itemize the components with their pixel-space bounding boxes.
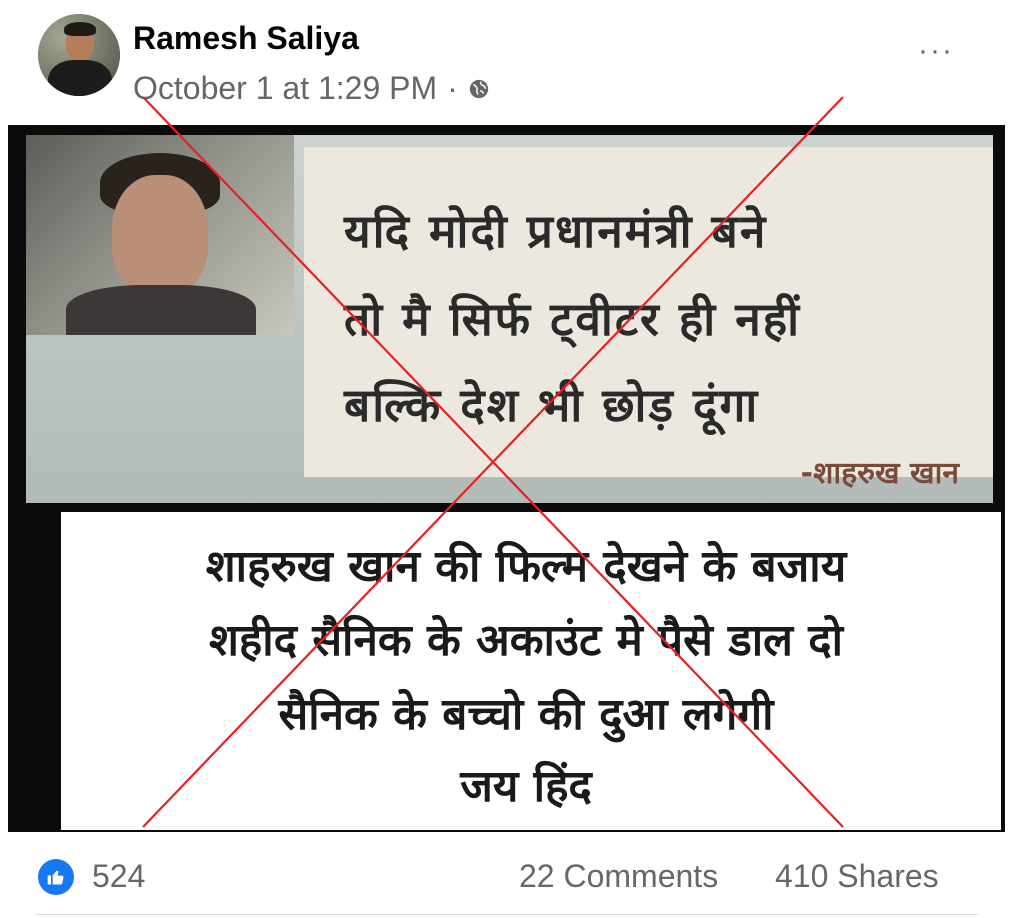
shares-count[interactable]: 410 Shares bbox=[775, 858, 939, 895]
author-name[interactable]: Ramesh Saliya bbox=[133, 20, 359, 57]
message-line-4: जय हिंद bbox=[460, 761, 592, 812]
globe-icon bbox=[469, 79, 488, 98]
comments-count[interactable]: 22 Comments bbox=[519, 858, 718, 895]
quote-panel: यदि मोदी प्रधानमंत्री बने तो मै सिर्फ ट्… bbox=[26, 135, 993, 503]
like-count[interactable]: 524 bbox=[92, 858, 145, 895]
person-photo bbox=[26, 135, 294, 335]
more-options-icon[interactable]: ··· bbox=[918, 34, 954, 68]
post-image[interactable]: यदि मोदी प्रधानमंत्री बने तो मै सिर्फ ट्… bbox=[8, 125, 1005, 832]
quote-attribution: -शाहरुख खान bbox=[800, 456, 959, 491]
thumbs-up-icon bbox=[47, 870, 64, 885]
message-line-2: शहीद सैनिक के अकाउंट मे पैसे डाल दो bbox=[208, 615, 844, 666]
message-panel: शाहरुख खान की फिल्म देखने के बजाय शहीद स… bbox=[61, 512, 1001, 830]
message-line-1: शाहरुख खान की फिल्म देखने के बजाय bbox=[205, 541, 847, 592]
avatar[interactable] bbox=[38, 14, 120, 96]
message-line-3: सैनिक के बच्चो की दुआ लगेगी bbox=[278, 689, 774, 740]
meta-separator: · bbox=[447, 70, 458, 106]
quote-line-3: बल्कि देश भी छोड़ दूंगा bbox=[344, 378, 760, 432]
quote-line-2: तो मै सिर्फ ट्वीटर ही नहीं bbox=[344, 292, 802, 346]
quote-line-1: यदि मोदी प्रधानमंत्री बने bbox=[344, 204, 768, 258]
quote-board: यदि मोदी प्रधानमंत्री बने तो मै सिर्फ ट्… bbox=[304, 147, 993, 491]
like-reaction-icon[interactable] bbox=[38, 859, 74, 895]
post-header: Ramesh Saliya October 1 at 1:29 PM · ··· bbox=[0, 0, 1014, 125]
footer-divider bbox=[36, 914, 978, 915]
post-timestamp[interactable]: October 1 at 1:29 PM bbox=[133, 70, 437, 107]
post-meta: October 1 at 1:29 PM · bbox=[133, 70, 490, 107]
reactions-bar: 524 22 Comments 410 Shares bbox=[0, 840, 1014, 918]
